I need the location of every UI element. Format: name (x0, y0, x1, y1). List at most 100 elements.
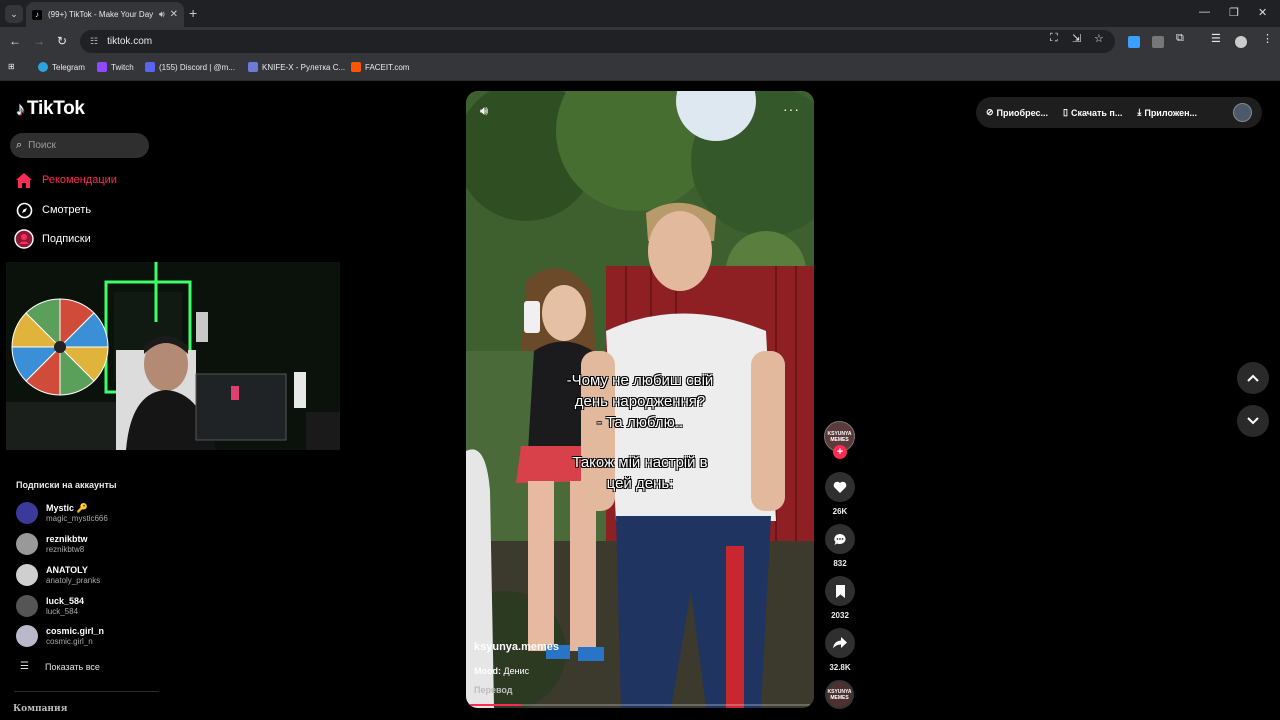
mute-toggle-icon[interactable]: 🔊︎ (480, 103, 488, 119)
account-item[interactable]: reznikbtw reznikbtw8 (16, 533, 88, 555)
search-icon: ⌕ (16, 139, 23, 151)
nav-following[interactable]: Подписки (14, 229, 91, 249)
caption-line: день народження? (574, 393, 706, 410)
account-name: ANATOLY (46, 564, 88, 575)
bookmark-star-icon[interactable]: ☆ (1094, 32, 1104, 45)
url-text: tiktok.com (107, 36, 153, 47)
bookmark-label: KNIFE-X - Рулетка С... (262, 62, 346, 72)
download-label: Скачать п... (1070, 107, 1123, 118)
extensions-puzzle-icon[interactable]: ⧉ (1176, 32, 1184, 45)
install-icon[interactable]: ⇲ (1072, 32, 1081, 45)
nav-recommendations[interactable]: Рекомендации (14, 170, 117, 190)
back-icon[interactable]: ← (9, 34, 21, 48)
extension-icon[interactable] (1152, 36, 1164, 48)
extension-icon[interactable] (1128, 36, 1140, 48)
avatar (16, 595, 38, 617)
profile-avatar[interactable] (1233, 103, 1252, 122)
phone-icon: ▯ (1063, 107, 1068, 117)
browser-tab[interactable]: ♪ (99+) TikTok - Make Your Day 🔊︎ ✕ (26, 2, 184, 27)
search-input[interactable] (26, 139, 137, 152)
minimize-icon[interactable]: — (1199, 6, 1210, 18)
tiktok-note-icon: ♪ (16, 98, 25, 119)
reload-icon[interactable]: ↻ (57, 34, 67, 48)
nav-explore[interactable]: Смотреть (14, 200, 91, 220)
download-icon: ⤓ (1137, 107, 1142, 117)
progress-fill (470, 704, 521, 706)
account-name: cosmic.girl_n (46, 625, 105, 636)
account-item[interactable]: ANATOLY anatoly_pranks (16, 564, 100, 586)
share-button[interactable] (825, 628, 855, 658)
bookmark-discord[interactable]: (155) Discord | @m... (145, 62, 235, 72)
account-item[interactable]: cosmic.girl_n cosmic.girl_n (16, 625, 104, 647)
company-link[interactable]: Компания (13, 704, 67, 714)
telegram-icon (38, 62, 48, 72)
tab-search-button[interactable]: ⌄ (5, 5, 23, 23)
avatar (16, 502, 38, 524)
desktop-app-button[interactable]: ⤓ Приложен... (1137, 107, 1197, 118)
nav-label: Подписки (42, 233, 91, 245)
faceit-icon (351, 62, 361, 72)
avatar (16, 564, 38, 586)
bookmark-label: FACEIT.com (365, 62, 410, 72)
get-coins-button[interactable]: ⊘ Приобрес... (986, 107, 1048, 118)
comment-icon (834, 533, 846, 545)
knifex-icon (248, 62, 258, 72)
account-handle: cosmic.girl_n (46, 636, 93, 646)
account-handle: luck_584 (46, 606, 79, 616)
follow-button[interactable]: + (833, 445, 847, 459)
bookmark-knifex[interactable]: KNIFE-X - Рулетка С... (248, 62, 345, 72)
tiktok-favicon-icon: ♪ (32, 9, 42, 20)
like-count: 26K (832, 507, 848, 516)
forward-icon[interactable]: → (33, 34, 45, 48)
video-player[interactable]: 🔊︎ ··· -Чому не любиш свій день народжен… (466, 91, 814, 708)
tab-title: (99+) TikTok - Make Your Day (48, 10, 154, 19)
home-icon (14, 170, 34, 190)
speaker-icon[interactable]: 🔊︎ (159, 9, 165, 20)
heart-icon (833, 481, 847, 493)
site-info-icon[interactable]: ☷ (90, 36, 98, 47)
bookmark-twitch[interactable]: Twitch (97, 62, 134, 72)
bookmark-icon (835, 584, 845, 598)
translate-icon[interactable]: ⛶ (1050, 32, 1058, 45)
bookmark-label: (155) Discord | @m... (159, 62, 235, 72)
menu-dots-icon[interactable]: ⋮ (1262, 32, 1273, 45)
profile-icon[interactable] (1235, 36, 1247, 48)
search-box[interactable]: ⌕ (10, 133, 149, 158)
media-control-icon[interactable]: ☰ (1211, 32, 1221, 45)
following-icon (14, 229, 34, 249)
address-bar[interactable]: ☷ tiktok.com (80, 30, 1115, 53)
restore-icon[interactable]: ❐ (1229, 6, 1239, 19)
video-author[interactable]: ksyunya.memes (474, 641, 559, 653)
show-all-label: Показать все (44, 661, 100, 672)
new-tab-button[interactable]: + (189, 5, 197, 21)
comment-count: 832 (833, 559, 847, 568)
like-button[interactable] (825, 472, 855, 502)
bookmark-faceit[interactable]: FACEIT.com (351, 62, 409, 72)
show-all-button[interactable]: ☰ Показать все (20, 661, 100, 672)
next-video-button[interactable] (1237, 405, 1269, 437)
chevron-up-icon (1247, 374, 1259, 382)
nav-label: Смотреть (42, 204, 92, 216)
avatar (16, 533, 38, 555)
previous-video-button[interactable] (1237, 362, 1269, 394)
tab-close-icon[interactable]: ✕ (170, 9, 178, 20)
streamer-webcam-overlay (6, 262, 340, 450)
list-icon: ☰ (20, 661, 29, 672)
save-button[interactable] (825, 576, 855, 606)
close-window-icon[interactable]: ✕ (1258, 6, 1267, 19)
account-name: reznikbtw (46, 533, 88, 544)
bookmark-telegram[interactable]: Telegram (38, 62, 85, 72)
caption-line: - Та люблю.. (596, 414, 684, 431)
translate-button[interactable]: Перевод (474, 685, 512, 695)
tiktok-logo[interactable]: ♪ TikTok (16, 98, 85, 120)
video-caption-bottom: Також мій настрій в цей день: (466, 452, 814, 494)
more-options-icon[interactable]: ··· (783, 101, 800, 117)
account-item[interactable]: Mystic 🔑 magic_mystic666 (16, 502, 108, 524)
account-item[interactable]: luck_584 luck_584 (16, 595, 84, 617)
apps-grid-icon[interactable]: ⊞ (8, 62, 15, 71)
download-app-button[interactable]: ▯ Скачать п... (1063, 107, 1122, 118)
video-progress-bar[interactable] (470, 704, 810, 706)
video-caption-top: -Чому не любиш свій день народження? - Т… (466, 370, 814, 433)
music-disc[interactable]: KSYUNYA MEMES (825, 680, 854, 709)
comment-button[interactable] (825, 524, 855, 554)
